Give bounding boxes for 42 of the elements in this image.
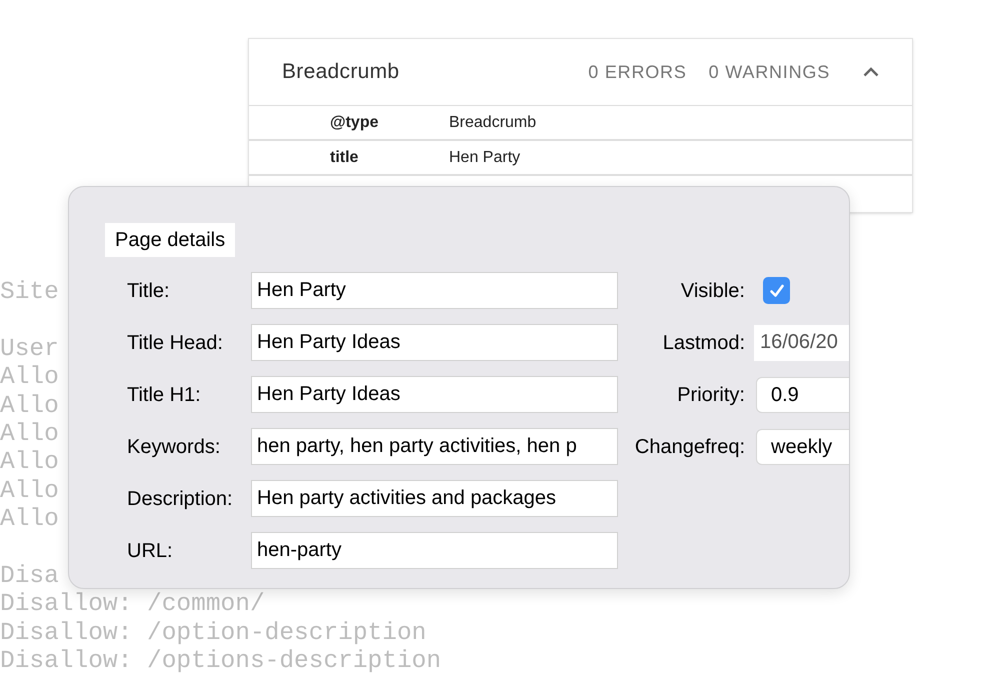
field-label: Description: (127, 486, 234, 512)
code-line: Allo (0, 506, 59, 535)
text-field[interactable]: Hen party activities and packages (251, 480, 618, 517)
code-line: Allo (0, 421, 59, 450)
error-count: 0 ERRORS (588, 60, 687, 84)
code-line: Allo (0, 392, 59, 422)
checkmark-icon (768, 282, 786, 300)
code-line: Disallow: /option-description (0, 620, 426, 648)
code-line: Disallow: /options-description (0, 648, 442, 677)
code-line: Allo (0, 478, 59, 506)
field-label: Keywords: (127, 434, 222, 460)
property-value: Hen Party (449, 148, 520, 168)
field-label: Title Head: (127, 330, 224, 356)
field-label: Title: (127, 278, 171, 304)
text-field[interactable]: Hen Party Ideas (251, 324, 618, 361)
field-label: Changefreq: (634, 434, 745, 460)
dropdown[interactable]: weekly (756, 428, 849, 464)
card-title: Breadcrumb (282, 59, 400, 86)
section-title: Page details (105, 223, 236, 257)
text-field[interactable]: Hen Party Ideas (251, 376, 618, 413)
code-line: Disa (0, 563, 59, 592)
property-name: @type (329, 112, 380, 132)
checkbox[interactable] (763, 277, 790, 304)
field-label: Title H1: (127, 382, 202, 408)
warning-count: 0 WARNINGS (708, 60, 830, 84)
text-field[interactable]: hen party, hen party activities, hen p (251, 428, 618, 465)
text-field[interactable]: hen-party (251, 532, 618, 569)
code-line: User (0, 336, 59, 364)
code-line: Allo (0, 364, 59, 393)
field-label: Priority: (676, 382, 745, 408)
field-label: Lastmod: (662, 330, 745, 356)
field-label: Visible: (680, 278, 745, 304)
date-field[interactable]: 16/06/20 (754, 324, 849, 360)
dropdown[interactable]: 0.9 (756, 376, 849, 412)
text-field[interactable]: Hen Party (251, 272, 618, 309)
property-name: title (329, 148, 360, 168)
chevron-up-icon (863, 67, 879, 77)
code-line: Allo (0, 449, 59, 478)
field-label: URL: (127, 538, 174, 564)
code-line: Site (0, 279, 59, 308)
property-value: Breadcrumb (449, 112, 536, 132)
code-line: Disallow: /common/ (0, 591, 265, 620)
